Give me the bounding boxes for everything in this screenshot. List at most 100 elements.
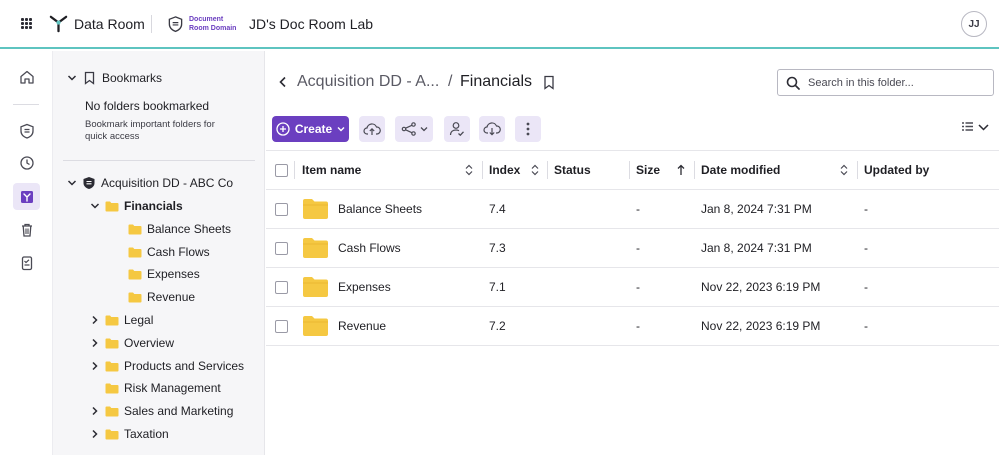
- chevron-down-icon: [420, 127, 427, 132]
- sort-icon[interactable]: [531, 164, 539, 176]
- column-header-status[interactable]: Status: [554, 151, 591, 189]
- chevron-down-icon[interactable]: [90, 201, 100, 211]
- item-name[interactable]: Balance Sheets: [338, 190, 422, 228]
- cloud-download-icon: [483, 122, 501, 136]
- plus-circle-icon: [276, 122, 290, 136]
- search-input[interactable]: [808, 76, 978, 89]
- item-name[interactable]: Revenue: [338, 307, 386, 345]
- chevron-right-icon[interactable]: [90, 361, 100, 371]
- item-date-modified: Jan 8, 2024 7:31 PM: [701, 241, 812, 255]
- folder-icon: [105, 338, 119, 348]
- bookmarks-label: Bookmarks: [102, 71, 163, 85]
- column-divider: [547, 161, 548, 179]
- item-size: -: [636, 280, 640, 294]
- top-divider: [151, 15, 152, 33]
- item-name[interactable]: Expenses: [338, 268, 391, 306]
- cloud-upload-icon: [363, 123, 381, 135]
- tree-item-risk-management[interactable]: Risk Management: [105, 381, 221, 395]
- domain-line-1: Document: [189, 16, 224, 23]
- checklist-icon[interactable]: [13, 249, 40, 276]
- column-header-size[interactable]: Size: [636, 151, 660, 189]
- tree-item-products-and-services[interactable]: Products and Services: [90, 359, 244, 373]
- table-row[interactable]: Cash Flows 7.3 - Jan 8, 2024 7:31 PM -: [266, 229, 999, 268]
- table-row[interactable]: Balance Sheets 7.4 - Jan 8, 2024 7:31 PM…: [266, 190, 999, 229]
- breadcrumb-parent[interactable]: Acquisition DD - A...: [297, 73, 439, 91]
- folder-icon: [302, 307, 329, 345]
- tree-item-cash-flows[interactable]: Cash Flows: [128, 245, 210, 259]
- bookmark-icon[interactable]: [543, 75, 555, 90]
- tree-item-label: Risk Management: [124, 381, 221, 395]
- tree-item-label: Products and Services: [124, 359, 245, 373]
- left-rail: [0, 51, 53, 455]
- history-icon[interactable]: [13, 149, 40, 176]
- chevron-right-icon[interactable]: [90, 315, 100, 325]
- chevron-right-icon[interactable]: [90, 406, 100, 416]
- column-header-index[interactable]: Index: [489, 151, 520, 189]
- tree-item-revenue[interactable]: Revenue: [128, 290, 195, 304]
- chevron-right-icon[interactable]: [90, 338, 100, 348]
- tree-icon[interactable]: [13, 183, 40, 210]
- back-arrow-icon[interactable]: [278, 76, 288, 88]
- download-button[interactable]: [479, 116, 505, 142]
- chevron-right-icon[interactable]: [90, 429, 100, 439]
- share-button[interactable]: [395, 116, 433, 142]
- item-index: 7.2: [489, 319, 506, 333]
- select-all-checkbox[interactable]: [275, 151, 288, 189]
- folder-icon: [105, 383, 119, 393]
- search-icon: [786, 76, 800, 90]
- tree-item-balance-sheets[interactable]: Balance Sheets: [128, 222, 231, 236]
- trash-icon[interactable]: [13, 216, 40, 243]
- user-check-icon: [449, 122, 464, 137]
- item-name[interactable]: Cash Flows: [338, 229, 401, 267]
- view-mode-toggle[interactable]: [962, 122, 989, 131]
- bookmark-icon: [84, 71, 95, 85]
- table-row[interactable]: Revenue 7.2 - Nov 22, 2023 6:19 PM -: [266, 307, 999, 346]
- bookmarks-section-header[interactable]: Bookmarks: [67, 71, 162, 85]
- table-row[interactable]: Expenses 7.1 - Nov 22, 2023 6:19 PM -: [266, 268, 999, 307]
- folder-icon: [105, 361, 119, 371]
- sort-icon[interactable]: [840, 164, 848, 176]
- column-header-date-modified[interactable]: Date modified: [701, 151, 780, 189]
- chevron-down-icon[interactable]: [67, 73, 77, 83]
- app-launcher-icon[interactable]: [21, 18, 32, 29]
- data-room-shield-icon: [83, 177, 95, 189]
- tree-item-overview[interactable]: Overview: [90, 336, 174, 350]
- create-button[interactable]: Create: [272, 116, 349, 142]
- row-checkbox[interactable]: [275, 268, 288, 306]
- top-bar: Data Room Document Room Domain JD's Doc …: [0, 0, 999, 49]
- permissions-button[interactable]: [444, 116, 470, 142]
- chevron-down-icon[interactable]: [67, 178, 77, 188]
- more-options-button[interactable]: [515, 116, 541, 142]
- column-header-name[interactable]: Item name: [302, 151, 361, 189]
- folder-icon: [128, 247, 142, 257]
- tree-item-label: Legal: [124, 313, 154, 327]
- tree-item-root[interactable]: Acquisition DD - ABC Co: [67, 176, 233, 190]
- folder-icon: [302, 229, 329, 267]
- breadcrumb-separator: /: [448, 73, 453, 90]
- sort-icon[interactable]: [465, 164, 473, 176]
- tree-item-legal[interactable]: Legal: [90, 313, 153, 327]
- folder-icon: [105, 406, 119, 416]
- data-room-icon[interactable]: [13, 117, 40, 144]
- upload-button[interactable]: [359, 116, 385, 142]
- sort-ascending-icon[interactable]: [677, 164, 685, 176]
- list-view-icon: [962, 122, 973, 131]
- tree-item-financials[interactable]: Financials: [90, 199, 183, 213]
- row-checkbox[interactable]: [275, 229, 288, 267]
- item-index: 7.1: [489, 280, 506, 294]
- tree-item-sales-and-marketing[interactable]: Sales and Marketing: [90, 404, 233, 418]
- row-checkbox[interactable]: [275, 307, 288, 345]
- user-avatar[interactable]: JJ: [961, 11, 987, 37]
- home-icon[interactable]: [13, 63, 40, 90]
- tree-item-expenses[interactable]: Expenses: [128, 267, 200, 281]
- item-size: -: [636, 241, 640, 255]
- tree-item-taxation[interactable]: Taxation: [90, 427, 169, 441]
- room-title: JD's Doc Room Lab: [249, 16, 374, 32]
- folder-icon: [105, 315, 119, 325]
- column-divider: [294, 161, 295, 179]
- data-room-logo-icon: [49, 15, 68, 33]
- item-size: -: [636, 319, 640, 333]
- row-checkbox[interactable]: [275, 190, 288, 228]
- column-header-updated-by[interactable]: Updated by: [864, 151, 929, 189]
- more-vertical-icon: [526, 122, 530, 136]
